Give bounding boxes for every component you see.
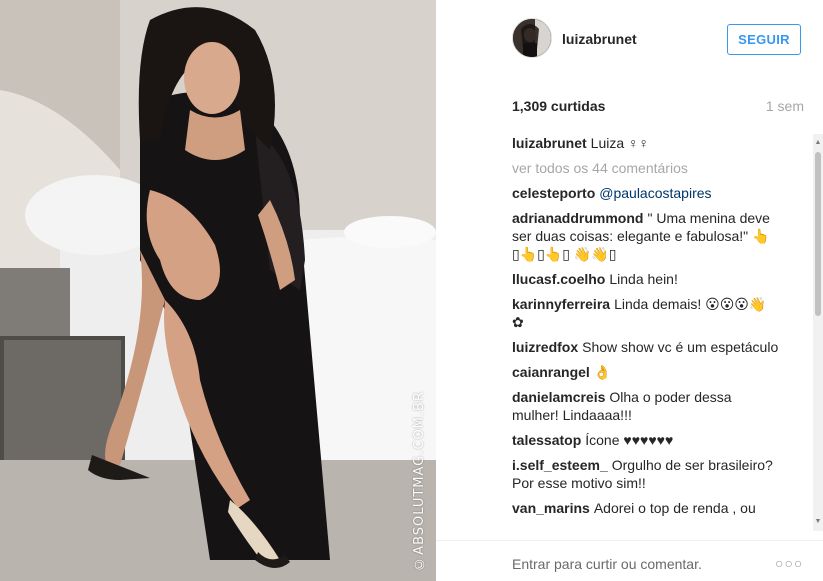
avatar[interactable] [512,18,552,58]
comment-author[interactable]: i.self_esteem_ [512,457,608,473]
photo-watermark: ©ABSOLUTMAG.COM.BR [412,391,427,571]
comment-author[interactable]: adrianaddrummond [512,210,643,226]
comment-item: caianrangel 👌 [512,363,780,381]
comment-author[interactable]: celesteporto [512,185,595,201]
comment-item: llucasf.coelho Linda hein! [512,270,780,288]
photo-illustration [0,0,436,581]
comment-author[interactable]: van_marins [512,500,590,516]
comment-author[interactable]: llucasf.coelho [512,271,605,287]
likes-count[interactable]: 1,309 curtidas [512,98,605,114]
view-all-comments-link[interactable]: ver todos os 44 comentários [512,159,810,177]
caption-text: Luiza ♀♀ [590,135,650,151]
comment-text: Ícone ♥♥♥♥♥♥ [585,432,674,448]
comment-text: Show show vc é um espetáculo [582,339,779,355]
comment-item: danielamcreis Olha o poder dessa mulher! … [512,388,780,424]
post-header: luizabrunet SEGUIR [436,0,823,80]
post-photo[interactable]: ©ABSOLUTMAG.COM.BR [0,0,436,581]
post-age[interactable]: 1 sem [766,98,804,114]
comment-author[interactable]: danielamcreis [512,389,605,405]
avatar-image [513,19,551,57]
comment-item: adrianaddrummond " Uma menina deve ser du… [512,209,780,263]
comment-author[interactable]: luizredfox [512,339,578,355]
follow-button[interactable]: SEGUIR [727,24,801,55]
scrollbar-thumb[interactable] [815,152,821,316]
comment-item: karinnyferreira Linda demais! 😮😮😮👋 ✿ [512,295,780,331]
post-footer: Entrar para curtir ou comentar. ○○○ [436,540,823,581]
username-link[interactable]: luizabrunet [562,31,637,47]
comment-text: Linda hein! [609,271,678,287]
comment-author[interactable]: caianrangel [512,364,590,380]
comment-item: i.self_esteem_ Orgulho de ser brasileiro?… [512,456,780,492]
more-options-icon[interactable]: ○○○ [775,555,803,571]
comment-item: talessatop Ícone ♥♥♥♥♥♥ [512,431,780,449]
comment-item: luizredfox Show show vc é um espetáculo [512,338,780,356]
login-to-comment-link[interactable]: Entrar para curtir ou comentar. [512,556,702,572]
comment-item: van_marins Adorei o top de renda , ou [512,499,780,517]
comment-author[interactable]: talessatop [512,432,581,448]
caption-author[interactable]: luizabrunet [512,135,587,151]
comment-text: Adorei o top de renda , ou [593,500,756,516]
scroll-down-arrow-icon[interactable]: ▼ [814,518,822,526]
instagram-post: ©ABSOLUTMAG.COM.BR luizabrunet SEGUIR 1,… [0,0,823,581]
caption: luizabrunet Luiza ♀♀ [512,134,780,152]
comment-item: celesteporto @paulacostapires [512,184,780,202]
scroll-up-arrow-icon[interactable]: ▲ [814,139,822,147]
comment-author[interactable]: karinnyferreira [512,296,610,312]
comments-list[interactable]: luizabrunet Luiza ♀♀ ver todos os 44 come… [512,134,810,531]
comment-text: 👌 [593,364,612,380]
comments-scrollbar[interactable]: ▲ ▼ [813,134,823,531]
post-details-panel: luizabrunet SEGUIR 1,309 curtidas 1 sem … [436,0,823,581]
post-stats: 1,309 curtidas 1 sem [512,98,804,118]
comment-mention[interactable]: @paulacostapires [599,185,711,201]
